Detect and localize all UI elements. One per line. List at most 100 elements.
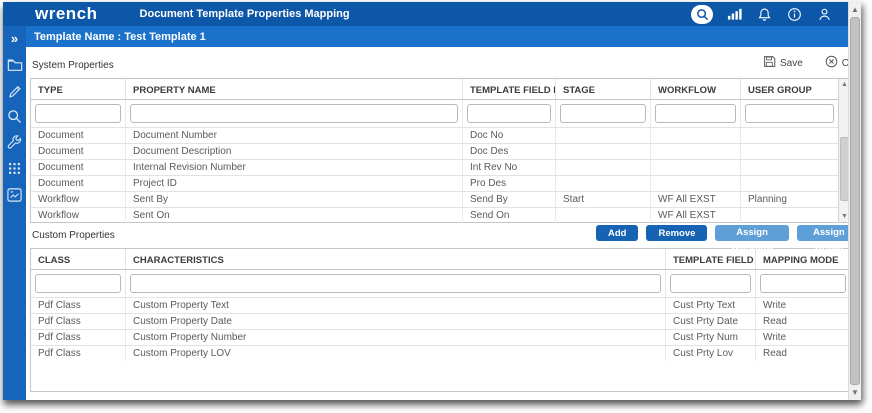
table-row[interactable]: Pdf ClassCustom Property TextCust Prty T… bbox=[31, 297, 850, 313]
table-cell: Read bbox=[756, 346, 851, 361]
table-header-row: TYPEPROPERTY NAMETEMPLATE FIELD NAMESTAG… bbox=[31, 79, 850, 100]
table-cell: Workflow bbox=[31, 208, 126, 223]
column-header[interactable]: CHARACTERISTICS bbox=[126, 249, 666, 269]
main-content: System Properties Save Cancel TYPEPR bbox=[26, 47, 861, 400]
scroll-down-icon[interactable]: ▼ bbox=[849, 386, 861, 399]
filter-cell bbox=[31, 270, 126, 297]
table-row[interactable]: Pdf ClassCustom Property NumberCust Prty… bbox=[31, 329, 850, 345]
cancel-icon bbox=[825, 55, 838, 71]
table-cell: Document bbox=[31, 128, 126, 143]
wrench-logo: wrench bbox=[35, 3, 98, 25]
apps-grid-icon[interactable] bbox=[6, 160, 23, 177]
column-filter-input[interactable] bbox=[670, 274, 751, 293]
table-cell bbox=[741, 128, 839, 143]
column-filter-input[interactable] bbox=[130, 104, 458, 123]
user-icon[interactable] bbox=[815, 5, 833, 23]
table-cell: Custom Property Date bbox=[126, 314, 666, 329]
table-cell: Pdf Class bbox=[31, 298, 126, 313]
column-filter-input[interactable] bbox=[745, 104, 834, 123]
table-cell bbox=[741, 160, 839, 175]
table-cell: Sent On bbox=[126, 208, 463, 223]
table-cell: Pdf Class bbox=[31, 314, 126, 329]
table-row[interactable]: DocumentInternal Revision NumberInt Rev … bbox=[31, 159, 850, 175]
edit-pencil-icon[interactable] bbox=[6, 82, 23, 99]
table-cell bbox=[556, 208, 651, 223]
expand-icon[interactable]: » bbox=[6, 30, 23, 47]
column-header[interactable]: TEMPLATE FIELD NAME bbox=[463, 79, 556, 99]
column-filter-input[interactable] bbox=[130, 274, 661, 293]
filter-cell bbox=[651, 100, 741, 127]
table-row[interactable]: WorkflowSent BySend ByStartWF All EXSTPl… bbox=[31, 191, 850, 207]
table-cell: Document Description bbox=[126, 144, 463, 159]
column-filter-input[interactable] bbox=[35, 274, 121, 293]
column-filter-input[interactable] bbox=[655, 104, 736, 123]
filter-cell bbox=[31, 100, 126, 127]
filter-cell bbox=[741, 100, 839, 127]
table-cell: Planning bbox=[741, 192, 839, 207]
column-header[interactable]: STAGE bbox=[556, 79, 651, 99]
table-cell bbox=[556, 144, 651, 159]
table-cell: Custom Property LOV bbox=[126, 346, 666, 361]
table-cell bbox=[651, 160, 741, 175]
save-button[interactable]: Save bbox=[763, 55, 803, 71]
table-cell: Document bbox=[31, 160, 126, 175]
page-scrollbar[interactable]: ▲ ▼ bbox=[848, 2, 861, 400]
table-cell bbox=[741, 144, 839, 159]
custom-properties-title: Custom Properties bbox=[32, 230, 115, 241]
left-sidebar: » bbox=[3, 26, 26, 400]
report-icon[interactable] bbox=[6, 186, 23, 203]
system-properties-table: TYPEPROPERTY NAMETEMPLATE FIELD NAMESTAG… bbox=[30, 78, 851, 223]
template-name-bar: Template Name : Test Template 1 bbox=[26, 26, 861, 47]
column-header[interactable]: TYPE bbox=[31, 79, 126, 99]
table-body: Pdf ClassCustom Property TextCust Prty T… bbox=[31, 297, 850, 361]
column-header[interactable]: WORKFLOW bbox=[651, 79, 741, 99]
table-cell: Doc No bbox=[463, 128, 556, 143]
column-filter-input[interactable] bbox=[467, 104, 551, 123]
table-filter-row bbox=[31, 100, 850, 127]
column-filter-input[interactable] bbox=[35, 104, 121, 123]
search-icon[interactable] bbox=[691, 5, 713, 24]
table-row[interactable]: DocumentDocument NumberDoc No bbox=[31, 127, 850, 143]
wrench-icon[interactable] bbox=[6, 134, 23, 151]
column-header[interactable]: USER GROUP bbox=[741, 79, 839, 99]
assign-workflow-button[interactable]: Assign Workflow bbox=[715, 225, 788, 241]
table-cell: Pdf Class bbox=[31, 346, 126, 361]
notifications-bell-icon[interactable] bbox=[755, 5, 773, 23]
table-cell: Pdf Class bbox=[31, 330, 126, 345]
table-cell bbox=[741, 208, 839, 223]
scrollbar-thumb[interactable] bbox=[850, 17, 860, 385]
table-row[interactable]: DocumentDocument DescriptionDoc Des bbox=[31, 143, 850, 159]
table-row[interactable]: Pdf ClassCustom Property DateCust Prty D… bbox=[31, 313, 850, 329]
table-cell: Read bbox=[756, 314, 851, 329]
table-cell: Custom Property Number bbox=[126, 330, 666, 345]
template-name-label: Template Name : Test Template 1 bbox=[34, 31, 206, 43]
table-cell: Document bbox=[31, 176, 126, 191]
table-cell: Int Rev No bbox=[463, 160, 556, 175]
add-button[interactable]: Add bbox=[596, 225, 638, 241]
remove-button[interactable]: Remove bbox=[646, 225, 707, 241]
stats-bars-icon[interactable] bbox=[725, 5, 743, 23]
table-cell: Document Number bbox=[126, 128, 463, 143]
column-filter-input[interactable] bbox=[560, 104, 646, 123]
table-cell: Custom Property Text bbox=[126, 298, 666, 313]
page-title: Document Template Properties Mapping bbox=[140, 8, 350, 20]
filter-cell bbox=[666, 270, 756, 297]
column-header[interactable]: PROPERTY NAME bbox=[126, 79, 463, 99]
column-header[interactable]: CLASS bbox=[31, 249, 126, 269]
column-filter-input[interactable] bbox=[760, 274, 846, 293]
table-row[interactable]: WorkflowSent OnSend OnWF All EXST bbox=[31, 207, 850, 223]
table-cell: Write bbox=[756, 330, 851, 345]
info-icon[interactable] bbox=[785, 5, 803, 23]
table-cell: Pro Des bbox=[463, 176, 556, 191]
table-row[interactable]: DocumentProject IDPro Des bbox=[31, 175, 850, 191]
app-window: wrench Document Template Properties Mapp… bbox=[3, 2, 861, 400]
table-cell: WF All EXST bbox=[651, 192, 741, 207]
folder-icon[interactable] bbox=[6, 56, 23, 73]
table-cell: Workflow bbox=[31, 192, 126, 207]
table-cell: Write bbox=[756, 298, 851, 313]
search-icon[interactable] bbox=[6, 108, 23, 125]
table-row[interactable]: Pdf ClassCustom Property LOVCust Prty Lo… bbox=[31, 345, 850, 361]
custom-properties-actions: Add Remove Assign Workflow Assign Group bbox=[596, 225, 861, 241]
scroll-up-icon[interactable]: ▲ bbox=[849, 3, 861, 16]
table-cell bbox=[556, 176, 651, 191]
